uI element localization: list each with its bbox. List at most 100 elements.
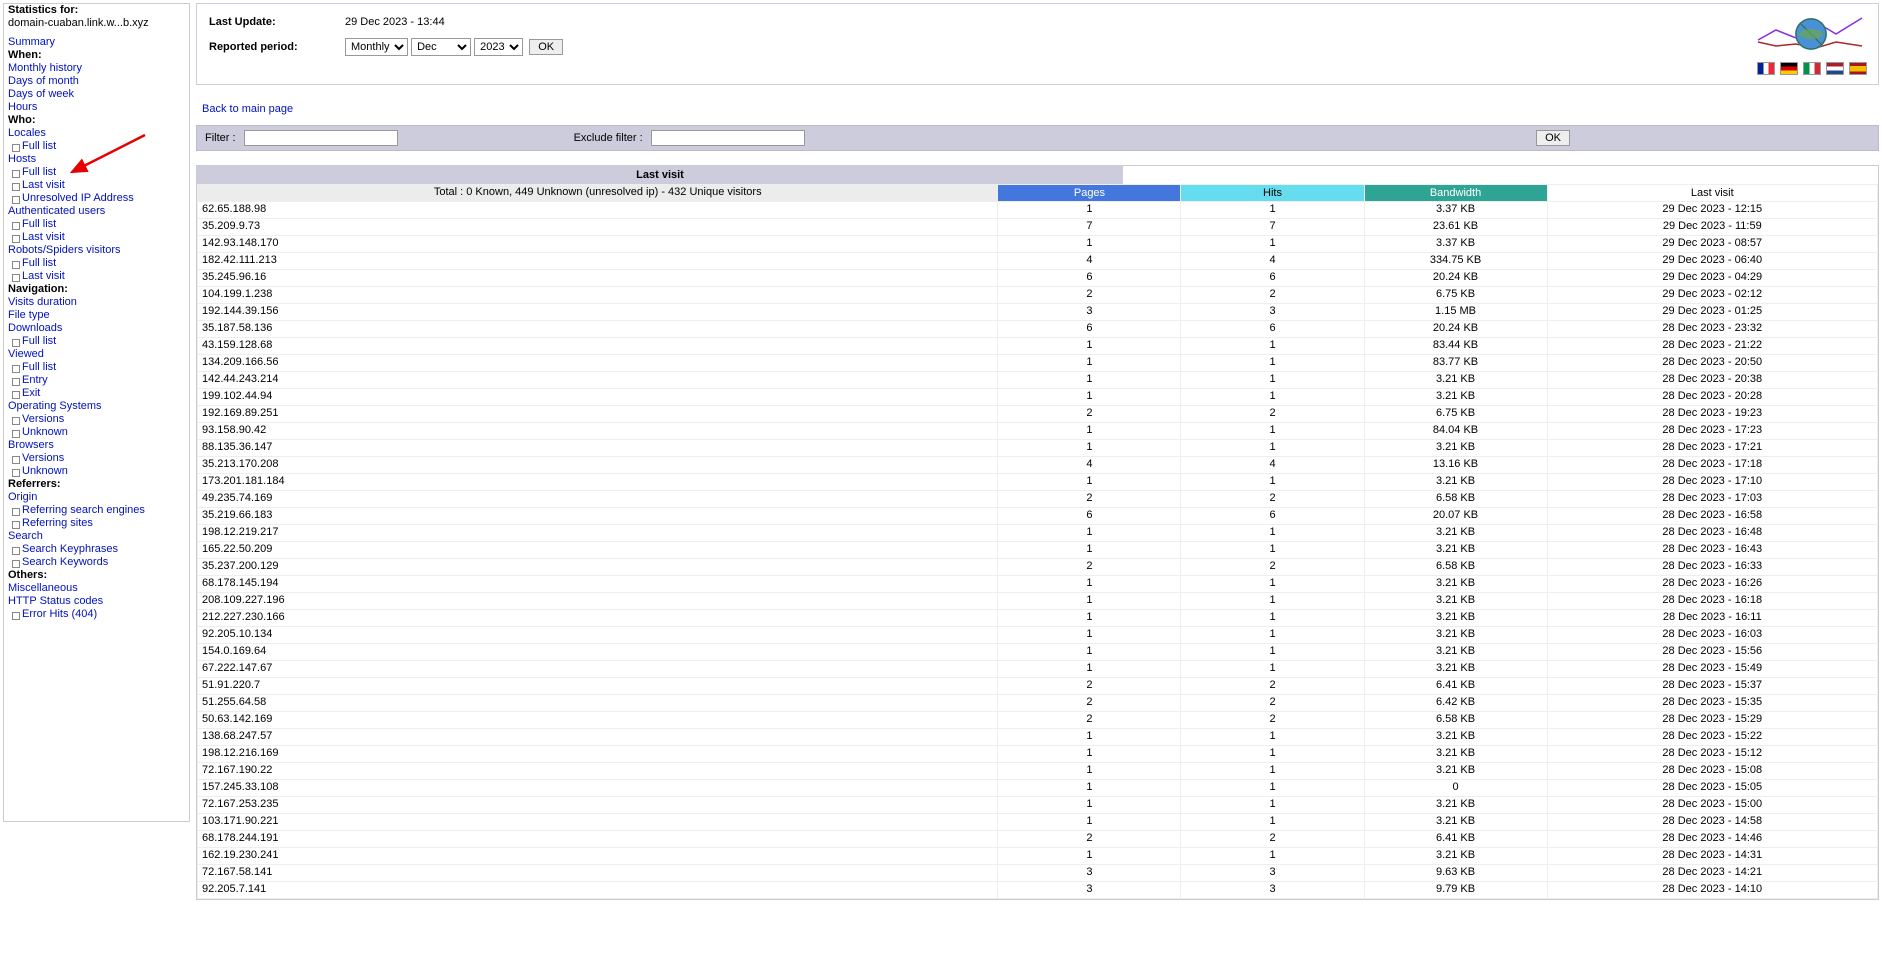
- lv-cell: 28 Dec 2023 - 15:49: [1547, 661, 1877, 678]
- nav-origin[interactable]: Origin: [8, 491, 37, 503]
- nav-ref-search-engines[interactable]: Referring search engines: [22, 504, 145, 516]
- lv-cell: 29 Dec 2023 - 02:12: [1547, 287, 1877, 304]
- host-cell: 142.93.148.170: [198, 236, 998, 253]
- nav-robots-last-visit[interactable]: Last visit: [22, 270, 65, 282]
- domain-name: domain-cuaban.link.w...b.xyz: [4, 17, 189, 30]
- nav-viewed-full-list[interactable]: Full list: [22, 361, 56, 373]
- nav-misc[interactable]: Miscellaneous: [8, 582, 78, 594]
- flag-nl[interactable]: [1826, 62, 1844, 75]
- lv-cell: 29 Dec 2023 - 04:29: [1547, 270, 1877, 287]
- nav-auth-last-visit[interactable]: Last visit: [22, 231, 65, 243]
- hits-cell: 1: [1181, 576, 1364, 593]
- nav-browsers[interactable]: Browsers: [8, 439, 54, 451]
- hits-cell: 2: [1181, 678, 1364, 695]
- filter-input[interactable]: [244, 130, 398, 146]
- nav-locales-full-list[interactable]: Full list: [22, 140, 56, 152]
- hits-cell: 2: [1181, 491, 1364, 508]
- host-cell: 43.159.128.68: [198, 338, 998, 355]
- table-row: 192.144.39.156331.15 MB29 Dec 2023 - 01:…: [198, 304, 1878, 321]
- lv-cell: 28 Dec 2023 - 15:29: [1547, 712, 1877, 729]
- nav-viewed[interactable]: Viewed: [8, 348, 44, 360]
- table-row: 162.19.230.241113.21 KB28 Dec 2023 - 14:…: [198, 848, 1878, 865]
- nav-auth-full-list[interactable]: Full list: [22, 218, 56, 230]
- pages-cell: 2: [998, 559, 1181, 576]
- host-cell: 104.199.1.238: [198, 287, 998, 304]
- lv-cell: 28 Dec 2023 - 16:18: [1547, 593, 1877, 610]
- nav-viewed-exit[interactable]: Exit: [22, 387, 40, 399]
- table-row: 72.167.253.235113.21 KB28 Dec 2023 - 15:…: [198, 797, 1878, 814]
- pages-cell: 6: [998, 508, 1181, 525]
- filter-ok-button[interactable]: OK: [1536, 130, 1570, 146]
- nav-referrers: Referrers:: [4, 478, 189, 491]
- nav-error-hits[interactable]: Error Hits (404): [22, 608, 97, 620]
- lv-cell: 28 Dec 2023 - 20:38: [1547, 372, 1877, 389]
- flag-it[interactable]: [1803, 62, 1821, 75]
- hits-cell: 1: [1181, 610, 1364, 627]
- lv-cell: 29 Dec 2023 - 12:15: [1547, 202, 1877, 219]
- nav-downloads[interactable]: Downloads: [8, 322, 62, 334]
- nav-file-type[interactable]: File type: [8, 309, 50, 321]
- table-row: 43.159.128.681183.44 KB28 Dec 2023 - 21:…: [198, 338, 1878, 355]
- nav-days-of-month[interactable]: Days of month: [8, 75, 79, 87]
- lv-cell: 28 Dec 2023 - 15:56: [1547, 644, 1877, 661]
- nav-ref-sites[interactable]: Referring sites: [22, 517, 93, 529]
- bw-cell: 3.21 KB: [1364, 576, 1547, 593]
- hits-cell: 6: [1181, 508, 1364, 525]
- nav-search[interactable]: Search: [8, 530, 43, 542]
- lv-cell: 28 Dec 2023 - 15:35: [1547, 695, 1877, 712]
- nav-hosts[interactable]: Hosts: [8, 153, 36, 165]
- period-type-select[interactable]: Monthly: [345, 38, 408, 56]
- nav-http-status[interactable]: HTTP Status codes: [8, 595, 103, 607]
- table-row: 173.201.181.184113.21 KB28 Dec 2023 - 17…: [198, 474, 1878, 491]
- nav-hosts-unresolved[interactable]: Unresolved IP Address: [22, 192, 134, 204]
- table-row: 50.63.142.169226.58 KB28 Dec 2023 - 15:2…: [198, 712, 1878, 729]
- host-cell: 138.68.247.57: [198, 729, 998, 746]
- nav-hours[interactable]: Hours: [8, 101, 37, 113]
- hits-cell: 1: [1181, 525, 1364, 542]
- flag-es[interactable]: [1849, 62, 1867, 75]
- pages-cell: 1: [998, 338, 1181, 355]
- nav-downloads-full-list[interactable]: Full list: [22, 335, 56, 347]
- month-select[interactable]: Dec: [411, 38, 471, 56]
- period-ok-button[interactable]: OK: [529, 39, 563, 55]
- host-cell: 157.245.33.108: [198, 780, 998, 797]
- nav-os-versions[interactable]: Versions: [22, 413, 64, 425]
- nav-os-unknown[interactable]: Unknown: [22, 426, 68, 438]
- nav-monthly-history[interactable]: Monthly history: [8, 62, 82, 74]
- header-box: Last Update: 29 Dec 2023 - 13:44 Reporte…: [196, 3, 1879, 85]
- lv-cell: 28 Dec 2023 - 15:37: [1547, 678, 1877, 695]
- nav-days-of-week[interactable]: Days of week: [8, 88, 74, 100]
- table-row: 192.169.89.251226.75 KB28 Dec 2023 - 19:…: [198, 406, 1878, 423]
- pages-cell: 6: [998, 321, 1181, 338]
- nav-browsers-versions[interactable]: Versions: [22, 452, 64, 464]
- nav-viewed-entry[interactable]: Entry: [22, 374, 48, 386]
- nav-auth-users[interactable]: Authenticated users: [8, 205, 105, 217]
- flag-de[interactable]: [1780, 62, 1798, 75]
- lv-cell: 28 Dec 2023 - 17:18: [1547, 457, 1877, 474]
- nav-hosts-full-list[interactable]: Full list: [22, 166, 56, 178]
- nav-who: Who:: [4, 114, 189, 127]
- bw-cell: 3.21 KB: [1364, 610, 1547, 627]
- host-cell: 67.222.147.67: [198, 661, 998, 678]
- nav-summary[interactable]: Summary: [8, 36, 55, 48]
- lv-cell: 28 Dec 2023 - 15:22: [1547, 729, 1877, 746]
- flag-fr[interactable]: [1757, 62, 1775, 75]
- bw-cell: 23.61 KB: [1364, 219, 1547, 236]
- nav-locales[interactable]: Locales: [8, 127, 46, 139]
- nav-robots[interactable]: Robots/Spiders visitors: [8, 244, 121, 256]
- back-link[interactable]: Back to main page: [202, 103, 293, 115]
- table-row: 154.0.169.64113.21 KB28 Dec 2023 - 15:56: [198, 644, 1878, 661]
- nav-search-keywords[interactable]: Search Keywords: [22, 556, 108, 568]
- host-cell: 62.65.188.98: [198, 202, 998, 219]
- bw-cell: 0: [1364, 780, 1547, 797]
- nav-search-keyphrases[interactable]: Search Keyphrases: [22, 543, 118, 555]
- nav-os[interactable]: Operating Systems: [8, 400, 102, 412]
- nav-hosts-last-visit[interactable]: Last visit: [22, 179, 65, 191]
- nav-visits-duration[interactable]: Visits duration: [8, 296, 77, 308]
- hits-cell: 3: [1181, 304, 1364, 321]
- exclude-filter-input[interactable]: [651, 130, 805, 146]
- year-select[interactable]: 2023: [474, 38, 523, 56]
- exclude-filter-label: Exclude filter :: [574, 132, 643, 144]
- nav-browsers-unknown[interactable]: Unknown: [22, 465, 68, 477]
- nav-robots-full-list[interactable]: Full list: [22, 257, 56, 269]
